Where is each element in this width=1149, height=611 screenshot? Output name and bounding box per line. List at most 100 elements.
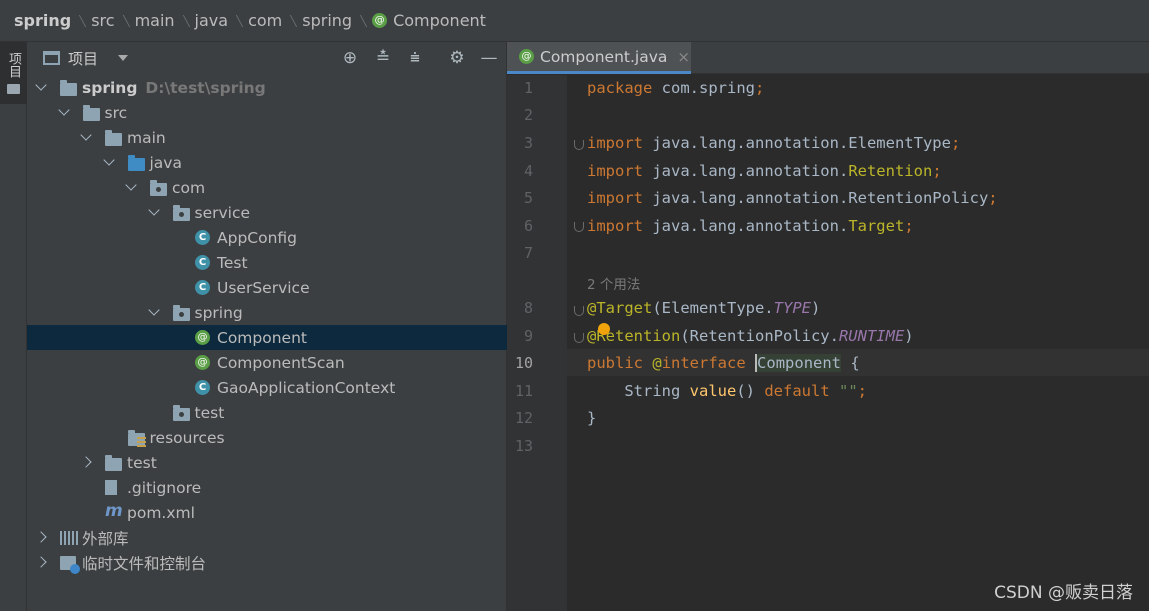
- line-number: 7: [523, 244, 533, 262]
- breadcrumb-separator-icon: [228, 14, 244, 27]
- breadcrumb: spring src main java com spring @ Component: [0, 0, 1149, 42]
- line-number: 13: [514, 437, 533, 455]
- class-icon: C: [195, 230, 210, 245]
- tree-item-text: AppConfig: [217, 228, 298, 247]
- collapse-all-icon[interactable]: ⩧: [406, 49, 424, 67]
- chevron-down-icon[interactable]: [118, 55, 129, 61]
- fold-marker-icon[interactable]: [574, 140, 584, 150]
- chevron-down-icon[interactable]: [57, 104, 70, 116]
- watermark: CSDN @贩卖日落: [994, 583, 1133, 603]
- tree-item[interactable]: @ Component: [27, 325, 507, 350]
- line-number: 10: [514, 354, 533, 372]
- tree-item[interactable]: spring D:\test\spring: [27, 75, 507, 100]
- locate-icon[interactable]: ⊕: [341, 49, 359, 67]
- code-line-9: @Retention(RetentionPolicy.RUNTIME): [587, 327, 914, 345]
- tree-item-text: com: [172, 178, 206, 197]
- folder-icon: [82, 105, 100, 121]
- line-number: 3: [523, 134, 533, 152]
- breadcrumb-separator-icon: [352, 14, 368, 27]
- line-number: 1: [523, 79, 533, 97]
- tree-item[interactable]: java: [27, 150, 507, 175]
- tree-item-text: Test: [217, 253, 248, 272]
- chevron-down-icon[interactable]: [147, 304, 160, 316]
- tree-item-text: src: [104, 103, 128, 122]
- breadcrumb-item[interactable]: main: [135, 11, 195, 30]
- project-tool-tab[interactable]: 项目: [0, 42, 27, 104]
- tab-component-java[interactable]: @ Component.java ×: [507, 42, 691, 74]
- breadcrumb-item[interactable]: spring: [14, 11, 91, 30]
- tree-item-label: 外部库: [82, 527, 129, 549]
- tree-item[interactable]: @ ComponentScan: [27, 350, 507, 375]
- chevron-right-icon[interactable]: [80, 456, 92, 468]
- class-icon: C: [195, 380, 210, 395]
- fold-marker-icon[interactable]: [574, 306, 584, 316]
- chevron-right-icon[interactable]: [35, 531, 47, 543]
- tree-item[interactable]: test: [27, 450, 507, 475]
- code-line-10: public @interface Component {: [587, 354, 860, 372]
- breadcrumb-item[interactable]: @ Component: [372, 11, 486, 30]
- tree-item[interactable]: main: [27, 125, 507, 150]
- gear-icon[interactable]: ⚙: [448, 49, 466, 67]
- tree-item-label: UserService: [217, 279, 310, 297]
- chevron-down-icon[interactable]: [102, 154, 115, 166]
- tree-item[interactable]: 外部库: [27, 525, 507, 550]
- tree-item-label: GaoApplicationContext: [217, 379, 395, 397]
- expand-all-icon[interactable]: ≛: [374, 49, 392, 67]
- code-editor[interactable]: 1 2 3 4 5 6 7 8 9 10 11 12 13 package com.spring; im…: [507, 75, 1149, 611]
- tree-item[interactable]: 临时文件和控制台: [27, 550, 507, 575]
- package-icon: [172, 405, 190, 421]
- tree-item[interactable]: C Test: [27, 250, 507, 275]
- close-icon[interactable]: ×: [677, 48, 690, 66]
- intention-bulb-icon[interactable]: [598, 323, 610, 335]
- breadcrumb-label: spring: [302, 11, 353, 30]
- tree-item[interactable]: m pom.xml: [27, 500, 507, 525]
- tree-item-label: Test: [217, 254, 248, 272]
- breadcrumb-separator-icon: [175, 14, 190, 27]
- tree-item[interactable]: com: [27, 175, 507, 200]
- tree-item-text: Component: [217, 328, 307, 347]
- chevron-down-icon[interactable]: [80, 129, 92, 141]
- hide-icon[interactable]: —: [480, 49, 498, 67]
- tree-item[interactable]: C UserService: [27, 275, 507, 300]
- tree-item-label: 临时文件和控制台: [82, 552, 206, 574]
- breadcrumb-item[interactable]: src: [91, 11, 134, 30]
- tree-item[interactable]: C AppConfig: [27, 225, 507, 250]
- tree-item-text: main: [127, 128, 166, 147]
- chevron-right-icon[interactable]: [35, 556, 47, 568]
- tree-item-label: ComponentScan: [217, 354, 345, 372]
- tree-item-label: main: [127, 129, 166, 147]
- project-panel-title[interactable]: 项目: [68, 48, 98, 69]
- module-folder-icon: [60, 80, 77, 96]
- code-line-3: import java.lang.annotation.ElementType;: [587, 134, 961, 152]
- breadcrumb-item[interactable]: spring: [302, 11, 372, 30]
- tree-item[interactable]: .gitignore: [27, 475, 507, 500]
- tree-item[interactable]: test: [27, 400, 507, 425]
- tree-item[interactable]: resources: [27, 425, 507, 450]
- breadcrumb-item[interactable]: java: [195, 11, 249, 30]
- annotation-icon: @: [519, 49, 534, 64]
- chevron-down-icon[interactable]: [125, 179, 137, 191]
- class-icon: C: [195, 280, 210, 295]
- tree-item-label: AppConfig: [217, 229, 297, 247]
- chevron-down-icon[interactable]: [147, 204, 160, 216]
- tree-item-label: test: [195, 404, 225, 422]
- tree-item[interactable]: src: [27, 100, 507, 125]
- usage-hint[interactable]: 2 个用法: [587, 273, 640, 293]
- package-icon: [172, 205, 190, 221]
- tree-item-text: test: [194, 403, 225, 422]
- tree-item[interactable]: service: [27, 200, 507, 225]
- tree-item[interactable]: spring: [27, 300, 507, 325]
- line-number: 4: [523, 162, 533, 180]
- tree-item[interactable]: C GaoApplicationContext: [27, 375, 507, 400]
- breadcrumb-item[interactable]: com: [248, 11, 302, 30]
- fold-marker-icon[interactable]: [574, 333, 584, 343]
- fold-marker-icon[interactable]: [574, 222, 584, 232]
- tree-item-text: 临时文件和控制台: [82, 554, 207, 573]
- tree-item-label: .gitignore: [127, 479, 201, 497]
- line-number: 2: [523, 106, 533, 124]
- tree-item-text: .gitignore: [127, 478, 202, 497]
- breadcrumb-label: src: [91, 11, 115, 30]
- annotation-icon: @: [372, 13, 388, 28]
- tree-item-text: GaoApplicationContext: [217, 378, 396, 397]
- chevron-down-icon[interactable]: [35, 79, 47, 91]
